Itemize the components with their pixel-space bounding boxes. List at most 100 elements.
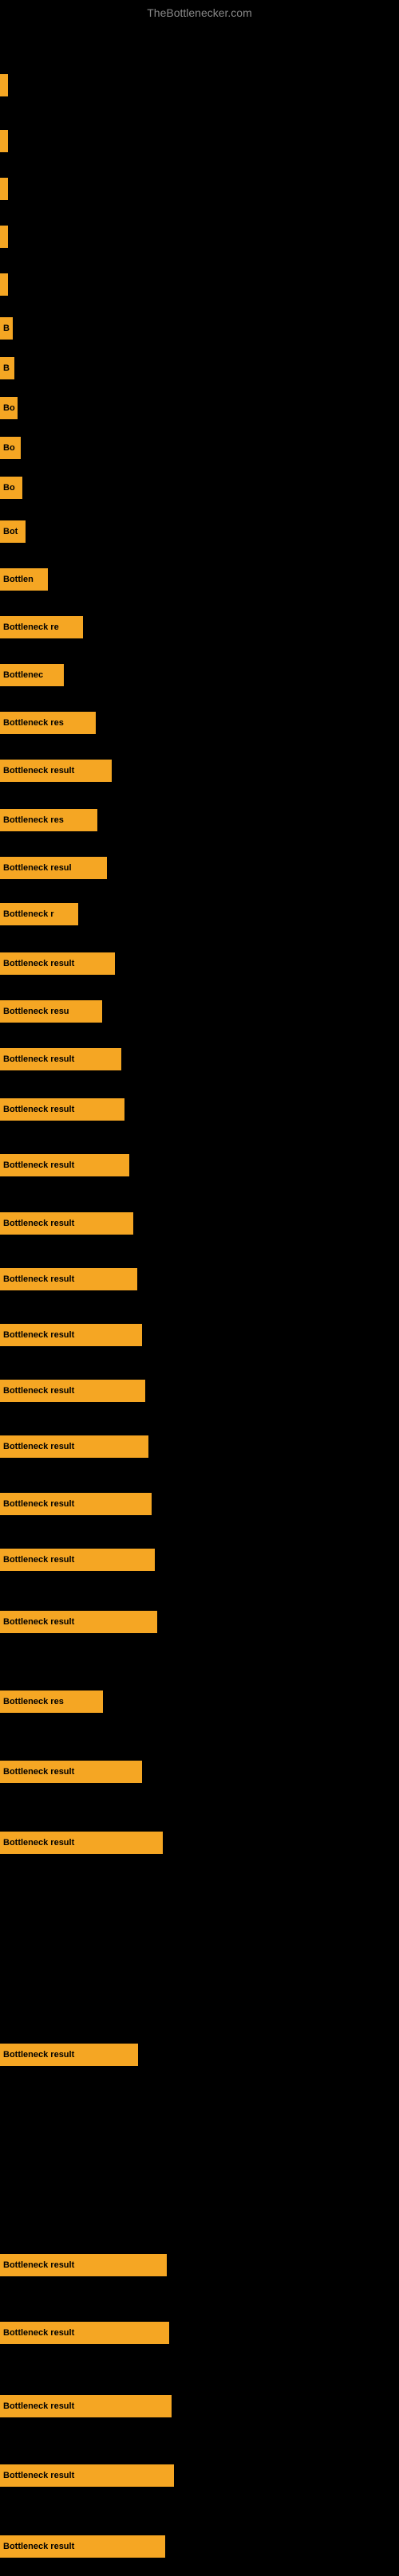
bar-container: Bottleneck result — [0, 1492, 399, 1516]
bar-label: B — [3, 363, 10, 373]
bar-container: Bottleneck res — [0, 808, 399, 832]
bar — [0, 273, 8, 296]
bar — [0, 74, 8, 96]
bar: B — [0, 357, 14, 379]
bar: Bottleneck result — [0, 1154, 129, 1176]
bar-label: Bot — [3, 527, 18, 536]
bar-container: Bottleneck result — [0, 2253, 399, 2277]
bar-container: Bottlenec — [0, 663, 399, 687]
bar-label: Bottleneck result — [3, 1054, 74, 1064]
bar-container: Bottleneck result — [0, 1548, 399, 1572]
bar-label: Bottleneck result — [3, 959, 74, 968]
bar-label: Bottleneck resul — [3, 863, 72, 873]
bar — [0, 226, 8, 248]
bar: Bottleneck result — [0, 1549, 155, 1571]
bars-wrapper: B B Bo Bo Bo Bot Bottlen Bottleneck re Bottlenec… — [0, 26, 399, 2576]
bar: Bottleneck result — [0, 1380, 145, 1402]
bar-container — [0, 225, 399, 249]
bar-container: Bo — [0, 476, 399, 500]
bar-container: Bottleneck result — [0, 2535, 399, 2558]
bar-container: Bottleneck result — [0, 1098, 399, 1121]
bar-container: Bottleneck result — [0, 759, 399, 783]
bar: Bottleneck res — [0, 1690, 103, 1713]
bar: Bottleneck result — [0, 952, 115, 975]
bar-container: B — [0, 356, 399, 380]
bar-container: Bottleneck result — [0, 1831, 399, 1855]
bar-container: Bottleneck result — [0, 1760, 399, 1784]
bar-label: Bottleneck result — [3, 1160, 74, 1170]
bar-container: Bottleneck result — [0, 2464, 399, 2488]
bar-label: Bottleneck result — [3, 1499, 74, 1509]
bar-label: Bottleneck result — [3, 766, 74, 776]
bar-container — [0, 273, 399, 296]
bar-label: Bo — [3, 443, 15, 453]
bar-label: Bottleneck result — [3, 2050, 74, 2060]
bar-container: Bottleneck re — [0, 615, 399, 639]
bar: Bo — [0, 397, 18, 419]
bar-container: Bot — [0, 520, 399, 544]
bar-label: Bottleneck resu — [3, 1007, 69, 1016]
bar: Bottleneck resul — [0, 857, 107, 879]
site-title-container: TheBottlenecker.com — [0, 0, 399, 26]
bar: Bottleneck re — [0, 616, 83, 638]
bar: Bottleneck result — [0, 2535, 165, 2558]
bar-label: Bottleneck result — [3, 1386, 74, 1396]
bar-container: Bottleneck result — [0, 1153, 399, 1177]
bar: Bo — [0, 437, 21, 459]
bar-label: Bottleneck result — [3, 1838, 74, 1848]
bar-container: B — [0, 316, 399, 340]
bar: Bottleneck res — [0, 712, 96, 734]
bar-container: Bottleneck result — [0, 1047, 399, 1071]
bar: Bottleneck result — [0, 1098, 124, 1121]
bar-label: Bottleneck re — [3, 622, 59, 632]
bar-label: Bottleneck res — [3, 1697, 64, 1706]
bar: Bottleneck result — [0, 2395, 172, 2417]
bar-container: Bottleneck result — [0, 2043, 399, 2067]
bar: Bottleneck result — [0, 2254, 167, 2276]
bar-container: Bottleneck res — [0, 1690, 399, 1714]
bar-container: Bottleneck r — [0, 902, 399, 926]
bar-container: Bottlen — [0, 567, 399, 591]
bar: Bot — [0, 520, 26, 543]
bar-label: Bottleneck result — [3, 2471, 74, 2480]
bar-container: Bottleneck result — [0, 1435, 399, 1459]
bar-label: Bottleneck result — [3, 1767, 74, 1777]
bar-label: Bottleneck result — [3, 1555, 74, 1565]
bar: Bottleneck r — [0, 903, 78, 925]
bar: Bottleneck resu — [0, 1000, 102, 1023]
bar-label: Bottleneck result — [3, 2401, 74, 2411]
bar: Bottleneck result — [0, 1268, 137, 1290]
bar-label: Bottleneck result — [3, 2542, 74, 2551]
bar-container: Bottleneck resul — [0, 856, 399, 880]
bar: Bottleneck result — [0, 1832, 163, 1854]
bar-label: Bottlen — [3, 575, 34, 584]
bar: Bo — [0, 477, 22, 499]
bar: Bottlenec — [0, 664, 64, 686]
bar: Bottleneck res — [0, 809, 97, 831]
bar-container: Bottleneck result — [0, 1379, 399, 1403]
bar-container: Bo — [0, 396, 399, 420]
bar-label: Bo — [3, 403, 15, 413]
bar-container — [0, 73, 399, 97]
bar-label: Bottleneck result — [3, 1274, 74, 1284]
bar-label: Bottleneck result — [3, 1105, 74, 1114]
bar: Bottleneck result — [0, 2464, 174, 2487]
bar-label: Bottleneck result — [3, 1442, 74, 1451]
bar-label: Bottleneck res — [3, 718, 64, 728]
bar-label: Bottlenec — [3, 670, 43, 680]
bar-label: Bottleneck result — [3, 1330, 74, 1340]
bar-label: Bottleneck result — [3, 1219, 74, 1228]
bar — [0, 178, 8, 200]
bar-container: Bottleneck res — [0, 711, 399, 735]
bar-label: Bottleneck result — [3, 1617, 74, 1627]
bar: Bottleneck result — [0, 1493, 152, 1515]
bar: Bottleneck result — [0, 1212, 133, 1235]
bar-container: Bottleneck resu — [0, 999, 399, 1023]
bar-container — [0, 177, 399, 201]
bar: B — [0, 317, 13, 340]
bar-label: B — [3, 324, 10, 333]
bar: Bottleneck result — [0, 1324, 142, 1346]
bar: Bottleneck result — [0, 1611, 157, 1633]
bar-container: Bottleneck result — [0, 2321, 399, 2345]
bar-container: Bottleneck result — [0, 1211, 399, 1235]
